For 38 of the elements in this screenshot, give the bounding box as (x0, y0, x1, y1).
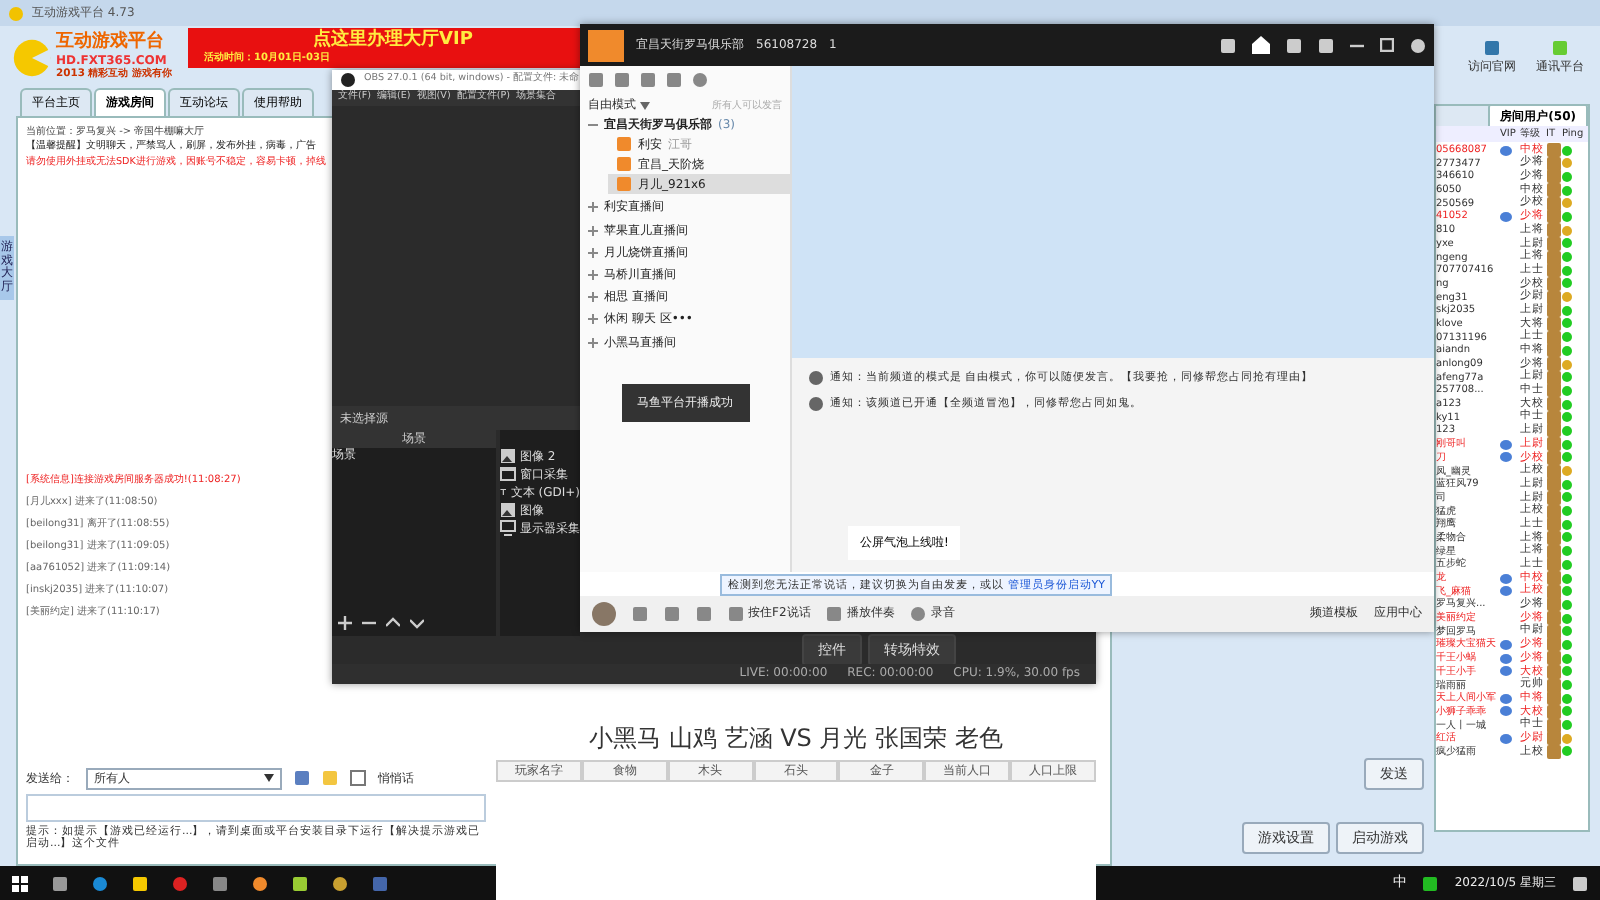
channel-logo-icon (588, 29, 624, 61)
mascot-icon (12, 37, 52, 77)
collapse-icon[interactable] (588, 120, 598, 131)
windows-start-icon[interactable] (12, 875, 28, 891)
taskbar-app-icon[interactable] (292, 875, 308, 891)
avatar-icon (592, 602, 616, 626)
taskbar-app-icon[interactable] (132, 875, 148, 891)
image-icon (500, 502, 516, 519)
taskbar-app-icon[interactable] (332, 875, 348, 891)
up-icon[interactable] (386, 615, 400, 630)
expand-icon[interactable] (588, 247, 598, 258)
whisper-checkbox[interactable] (350, 770, 366, 787)
obs-logo-icon (340, 71, 356, 88)
image-icon (500, 448, 516, 465)
logo-text: 互动游戏平台 (56, 32, 166, 55)
home-icon[interactable] (1252, 36, 1270, 54)
maximize-icon[interactable] (1380, 38, 1394, 52)
add-icon[interactable] (338, 615, 352, 630)
caret-icon (640, 101, 650, 110)
sheet-title: 小黑马 山鸡 艺涵 VS 月光 张国荣 老色 (589, 723, 1003, 753)
app-icon (8, 5, 24, 21)
expand-icon[interactable] (588, 314, 598, 325)
expand-icon[interactable] (588, 270, 598, 281)
taskbar-app-icon[interactable] (212, 875, 228, 891)
expand-icon[interactable] (588, 225, 598, 236)
expand-icon[interactable] (588, 337, 598, 348)
down-icon[interactable] (410, 615, 424, 630)
message-input[interactable] (26, 793, 486, 822)
expand-icon[interactable] (588, 292, 598, 303)
taskbar-app-icon[interactable] (92, 875, 108, 891)
banner-title: 点这里办理大厅VIP (313, 30, 473, 52)
caret-icon (264, 774, 274, 783)
monitor-icon (500, 520, 516, 537)
taskbar-app-icon[interactable] (252, 875, 268, 891)
window-icon (500, 466, 516, 483)
expand-icon[interactable] (588, 202, 598, 213)
taskbar-app-icon[interactable] (52, 875, 68, 891)
text-icon (500, 484, 507, 501)
